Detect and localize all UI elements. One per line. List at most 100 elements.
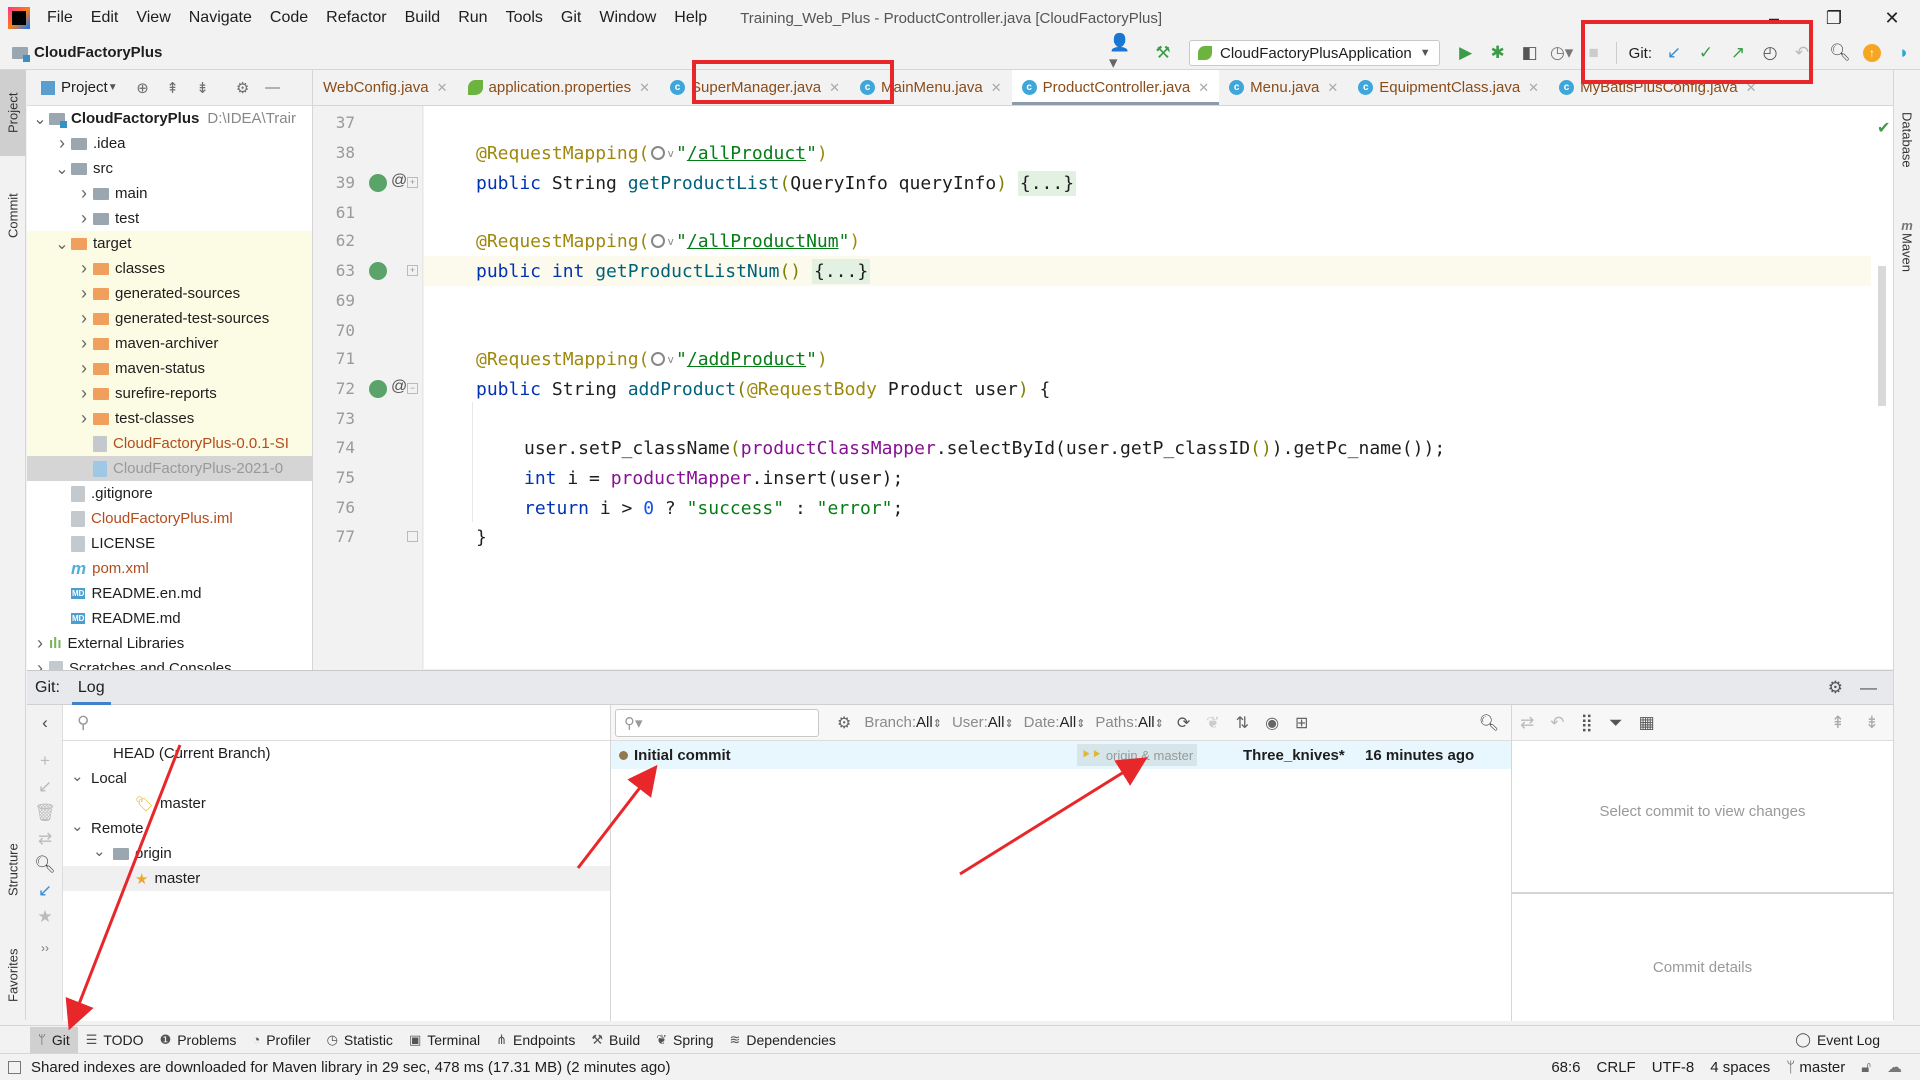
tool-button-git[interactable]: ᛘ Git — [30, 1026, 78, 1053]
tool-button-endpoints[interactable]: ⋔ Endpoints — [488, 1027, 583, 1053]
close-tab-icon[interactable]: ✕ — [829, 80, 840, 96]
editor-scrollbar[interactable]: ✔ — [1871, 106, 1893, 669]
tool-button-build[interactable]: ⚒ Build — [583, 1027, 648, 1053]
minimize-button[interactable]: – — [1746, 0, 1802, 36]
project-view-select[interactable]: Project — [61, 79, 108, 96]
view-options-eye-icon[interactable]: ◉ — [1265, 713, 1279, 733]
filter-branch[interactable]: Branch:All⇕ — [864, 714, 942, 731]
fold-expand-icon[interactable]: + — [407, 265, 418, 276]
tree-item[interactable]: › test — [27, 206, 312, 231]
tool-button-problems[interactable]: ❶ Problems — [152, 1027, 245, 1053]
spring-bean-gutter-icon[interactable] — [369, 174, 387, 192]
tab-mybatisplusconfig-java[interactable]: c MyBatisPlusConfig.java ✕ — [1549, 70, 1766, 105]
chevron-down-icon[interactable]: ⌄ — [93, 842, 113, 860]
sort-icon[interactable]: ⇅ — [1236, 713, 1249, 733]
tab-supermanager-java[interactable]: c SuperManager.java ✕ — [660, 70, 850, 105]
plugin-icon[interactable]: ◗ — [1890, 39, 1918, 67]
cherry-pick-icon[interactable]: ❦ — [1206, 713, 1219, 733]
log-find-icon[interactable]: 🔍︎ — [1479, 713, 1499, 733]
caret-position[interactable]: 68:6 — [1551, 1059, 1580, 1076]
git-panel-gear-icon[interactable]: ⚙ — [1828, 678, 1843, 698]
close-tab-icon[interactable]: ✕ — [991, 80, 1002, 96]
search-branches-icon[interactable]: 🔍︎ — [27, 855, 63, 875]
details-divider[interactable] — [1512, 892, 1893, 894]
filter-date[interactable]: Date:All⇕ — [1024, 714, 1086, 731]
spring-bean-gutter-icon[interactable] — [369, 380, 387, 398]
filter-paths[interactable]: Paths:All⇕ — [1095, 714, 1163, 731]
folded-code-block[interactable]: {...} — [811, 258, 871, 284]
cherry-pick-changes-icon[interactable]: ⇄ — [1520, 713, 1534, 733]
indent-setting[interactable]: 4 spaces — [1710, 1059, 1770, 1076]
run-configuration-select[interactable]: CloudFactoryPlusApplication ▼ — [1189, 40, 1440, 66]
close-tab-icon[interactable]: ✕ — [1528, 80, 1539, 96]
menu-code[interactable]: Code — [261, 9, 317, 27]
menu-refactor[interactable]: Refactor — [317, 9, 395, 27]
database-tool-tab[interactable]: Database — [1894, 90, 1920, 190]
tab-application-properties[interactable]: application.properties ✕ — [458, 70, 661, 105]
toggle-tool-windows-icon[interactable] — [8, 1060, 21, 1074]
tree-item[interactable]: CloudFactoryPlus-2021-0 — [27, 456, 312, 481]
annotation-gutter-icon[interactable]: @ — [391, 172, 407, 190]
close-tab-icon[interactable]: ✕ — [1198, 80, 1209, 96]
tree-item[interactable]: › surefire-reports — [27, 381, 312, 406]
chevron-right-icon[interactable]: › — [75, 333, 93, 354]
tab-webconfig-java[interactable]: WebConfig.java ✕ — [313, 70, 458, 105]
tree-item[interactable]: CloudFactoryPlus.iml — [27, 506, 312, 531]
expand-all-icon[interactable]: ⇞ — [1831, 713, 1845, 733]
git-panel-hide-icon[interactable]: — — [1860, 678, 1877, 698]
chevron-right-icon[interactable]: › — [75, 308, 93, 329]
open-in-browser-globe-icon[interactable] — [651, 146, 666, 160]
tree-item[interactable]: LICENSE — [27, 531, 312, 556]
menu-help[interactable]: Help — [665, 9, 716, 27]
close-tab-icon[interactable]: ✕ — [1746, 80, 1757, 96]
compare-branches-icon[interactable]: ⇄ — [27, 829, 63, 849]
menu-navigate[interactable]: Navigate — [180, 9, 261, 27]
tool-button-statistic[interactable]: ◷ Statistic — [319, 1027, 401, 1053]
search-everywhere-icon[interactable]: 🔍︎ — [1826, 39, 1854, 67]
status-message[interactable]: Shared indexes are downloaded for Maven … — [8, 1059, 671, 1076]
chevron-right-icon[interactable]: › — [75, 358, 93, 379]
scroll-thumb[interactable] — [1878, 266, 1886, 406]
tree-item[interactable]: m pom.xml — [27, 556, 312, 581]
chevron-right-icon[interactable]: › — [75, 383, 93, 404]
log-search-input[interactable]: ⚲▾ — [615, 708, 819, 737]
chevron-down-icon[interactable]: ⌄ — [53, 234, 71, 254]
run-icon[interactable]: ▶ — [1452, 39, 1480, 67]
chevron-right-icon[interactable]: › — [31, 633, 49, 654]
chevron-right-icon[interactable]: › — [75, 283, 93, 304]
menu-git[interactable]: Git — [552, 9, 590, 27]
navigate-log-icon[interactable]: ↙ — [27, 881, 63, 901]
branch-item[interactable]: HEAD (Current Branch) — [63, 741, 610, 766]
spring-bean-gutter-icon[interactable] — [369, 262, 387, 280]
branch-search-input[interactable]: ⚲ — [63, 705, 610, 741]
tree-item[interactable]: › test-classes — [27, 406, 312, 431]
locate-file-icon[interactable]: ⊕ — [132, 79, 154, 97]
tool-button-terminal[interactable]: ▣ Terminal — [401, 1027, 488, 1053]
group-by-icon[interactable]: ⣿ — [1581, 713, 1593, 733]
fold-expand-icon[interactable]: + — [407, 177, 418, 188]
structure-tool-tab[interactable]: Structure — [0, 820, 26, 920]
tool-button-dependencies[interactable]: ≋ Dependencies — [722, 1027, 844, 1053]
tree-item[interactable]: › .idea — [27, 131, 312, 156]
revert-icon[interactable]: ↶ — [1550, 713, 1564, 733]
branch-item[interactable]: 🏷︎ master — [63, 791, 610, 816]
tree-item[interactable]: ⌄ CloudFactoryPlus D:\IDEA\Trair — [27, 106, 312, 131]
tab-menu-java[interactable]: c Menu.java ✕ — [1219, 70, 1348, 105]
chevron-right-icon[interactable]: › — [75, 408, 93, 429]
restore-button[interactable]: ❐ — [1806, 0, 1862, 36]
more-icon[interactable]: ›› — [27, 941, 63, 955]
favorites-tool-tab[interactable]: Favorites — [0, 930, 26, 1020]
commit-row[interactable]: Initial commit ⯈⯈ origin & master Three_k… — [611, 741, 1511, 769]
chevron-down-icon[interactable]: ⌄ — [31, 109, 49, 129]
tab-mainmenu-java[interactable]: c MainMenu.java ✕ — [850, 70, 1012, 105]
git-push-icon[interactable]: ↗ — [1724, 39, 1752, 67]
update-branch-icon[interactable]: ↙ — [27, 777, 63, 797]
git-branch-widget[interactable]: ᛘ master — [1786, 1059, 1845, 1076]
tree-item[interactable]: MD README.md — [27, 606, 312, 631]
fold-collapse-icon[interactable]: − — [407, 383, 418, 394]
debug-bug-icon[interactable]: ✱ — [1484, 39, 1512, 67]
collapse-branches-icon[interactable]: ‹ — [27, 713, 63, 733]
git-update-icon[interactable]: ↙ — [1660, 39, 1688, 67]
tree-item[interactable]: CloudFactoryPlus-0.0.1-SI — [27, 431, 312, 456]
close-window-button[interactable]: ✕ — [1864, 0, 1920, 36]
